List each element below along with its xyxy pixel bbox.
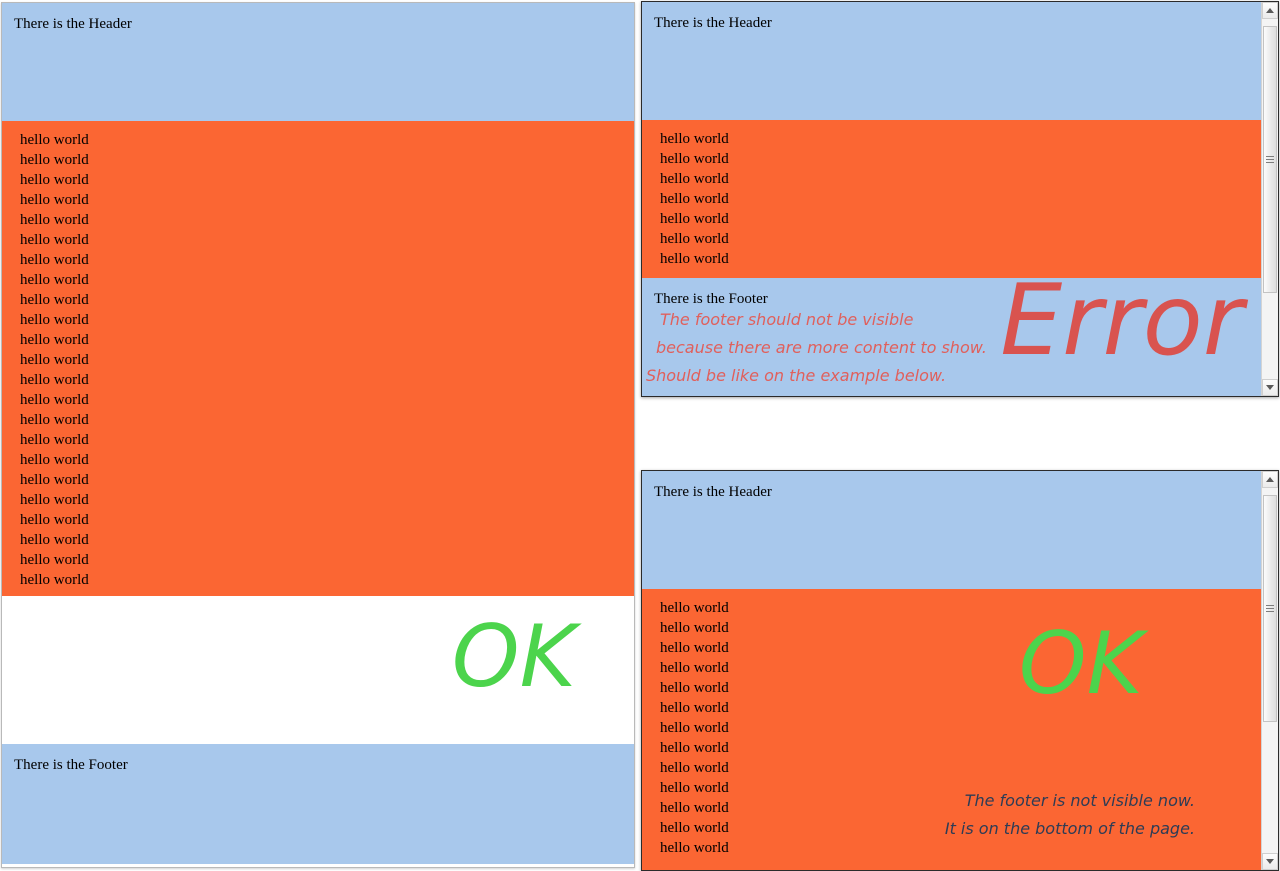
ok-content-band: hello world hello world hello world hello w… — [642, 589, 1261, 870]
hello-world-line: hello world — [660, 740, 729, 756]
ok-example-viewport[interactable]: There is the Header hello world hello wor… — [642, 471, 1261, 870]
scroll-up-button[interactable] — [1262, 471, 1278, 488]
hello-world-line: hello world — [660, 780, 729, 796]
hello-world-line: hello world — [660, 720, 729, 736]
hello-world-line: hello world — [660, 151, 729, 167]
hello-world-line: hello world — [660, 680, 729, 696]
hello-world-line: hello world — [20, 172, 89, 188]
hello-world-list: hello world hello world hello world hello w… — [642, 120, 1261, 278]
error-header-title: There is the Header — [654, 15, 772, 31]
hello-world-line: hello world — [20, 412, 89, 428]
error-example-viewport[interactable]: There is the Header hello world hello wor… — [642, 2, 1261, 396]
hello-world-line: hello world — [660, 620, 729, 636]
hello-world-list: hello world hello world hello world hello w… — [642, 589, 1261, 867]
hello-world-line: hello world — [20, 272, 89, 288]
error-example-panel[interactable]: There is the Header hello world hello wor… — [641, 1, 1279, 397]
hello-world-line: hello world — [660, 191, 729, 207]
hello-world-line: hello world — [660, 800, 729, 816]
hello-world-line: hello world — [20, 292, 89, 308]
hello-world-line: hello world — [660, 640, 729, 656]
ok-panel-scrollbar[interactable] — [1261, 471, 1278, 870]
ok-stamp: OK — [451, 607, 576, 707]
screenshot-root: There is the Header hello world hello wor… — [0, 0, 1280, 871]
triangle-up-icon — [1266, 8, 1274, 13]
hello-world-line: hello world — [20, 312, 89, 328]
triangle-down-icon — [1266, 859, 1274, 864]
page-header-title: There is the Header — [14, 16, 132, 32]
hello-world-line: hello world — [660, 211, 729, 227]
hello-world-line: hello world — [20, 392, 89, 408]
scrollbar-track[interactable] — [1262, 488, 1278, 853]
error-header-band: There is the Header — [642, 2, 1261, 120]
hello-world-line: hello world — [20, 352, 89, 368]
scroll-down-button[interactable] — [1262, 853, 1278, 870]
scrollbar-thumb[interactable] — [1263, 26, 1277, 293]
hello-world-line: hello world — [20, 132, 89, 148]
hello-world-line: hello world — [20, 332, 89, 348]
hello-world-line: hello world — [20, 492, 89, 508]
hello-world-line: hello world — [20, 212, 89, 228]
error-panel-scrollbar[interactable] — [1261, 2, 1278, 396]
hello-world-line: hello world — [20, 192, 89, 208]
hello-world-line: hello world — [20, 152, 89, 168]
hello-world-list: hello world hello world hello world hello w… — [2, 121, 634, 599]
full-page-example-viewport[interactable]: There is the Header hello world hello wor… — [2, 3, 634, 867]
hello-world-line: hello world — [660, 700, 729, 716]
ok-example-panel[interactable]: There is the Header hello world hello wor… — [641, 470, 1279, 871]
page-spacer-band: OK — [2, 596, 634, 744]
scroll-up-button[interactable] — [1262, 2, 1278, 19]
error-content-band: hello world hello world hello world hello w… — [642, 120, 1261, 278]
scrollbar-thumb[interactable] — [1263, 495, 1277, 722]
grip-lines-icon — [1266, 155, 1274, 163]
hello-world-line: hello world — [20, 572, 89, 588]
hello-world-line: hello world — [660, 840, 729, 856]
hello-world-line: hello world — [20, 552, 89, 568]
hello-world-line: hello world — [20, 452, 89, 468]
error-footer-title: There is the Footer — [654, 291, 768, 307]
triangle-up-icon — [1266, 477, 1274, 482]
hello-world-line: hello world — [20, 252, 89, 268]
hello-world-line: hello world — [660, 660, 729, 676]
page-header-band: There is the Header — [2, 3, 634, 121]
hello-world-line: hello world — [20, 232, 89, 248]
full-page-example-panel[interactable]: There is the Header hello world hello wor… — [1, 2, 635, 868]
triangle-down-icon — [1266, 385, 1274, 390]
hello-world-line: hello world — [660, 600, 729, 616]
ok-header-band: There is the Header — [642, 471, 1261, 589]
hello-world-line: hello world — [20, 372, 89, 388]
error-note-line-3: Should be like on the example below. — [646, 366, 947, 385]
page-content-band: hello world hello world hello world hello w… — [2, 121, 634, 596]
error-note-line-2: because there are more content to show. — [656, 338, 987, 357]
hello-world-line: hello world — [20, 532, 89, 548]
page-footer-band: There is the Footer — [2, 744, 634, 864]
page-footer-title: There is the Footer — [14, 757, 128, 773]
hello-world-line: hello world — [660, 131, 729, 147]
hello-world-line: hello world — [660, 820, 729, 836]
hello-world-line: hello world — [20, 432, 89, 448]
error-note-line-1: The footer should not be visible — [660, 310, 914, 329]
hello-world-line: hello world — [660, 251, 729, 267]
grip-lines-icon — [1266, 604, 1274, 612]
error-footer-band: There is the Footer The footer should no… — [642, 272, 1261, 396]
scroll-down-button[interactable] — [1262, 379, 1278, 396]
hello-world-line: hello world — [20, 512, 89, 528]
ok-header-title: There is the Header — [654, 484, 772, 500]
scrollbar-track[interactable] — [1262, 19, 1278, 379]
hello-world-line: hello world — [660, 760, 729, 776]
hello-world-line: hello world — [660, 171, 729, 187]
hello-world-line: hello world — [660, 231, 729, 247]
hello-world-line: hello world — [20, 472, 89, 488]
